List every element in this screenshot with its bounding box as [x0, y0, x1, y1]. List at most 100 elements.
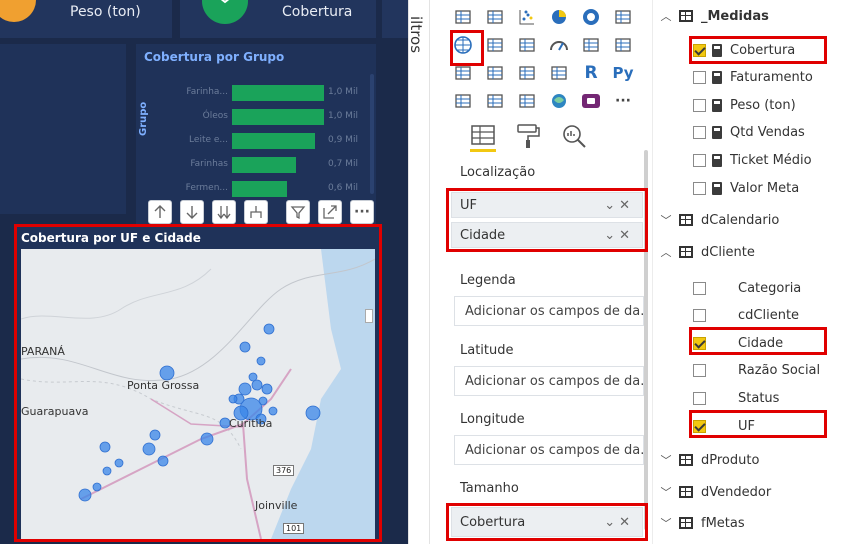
field-checkbox[interactable]	[693, 281, 706, 295]
map-bubble[interactable]	[261, 383, 273, 395]
bar[interactable]	[232, 157, 296, 173]
chevron-down-icon[interactable]: ﹀	[659, 452, 673, 468]
treemap-icon[interactable]	[610, 4, 636, 30]
format-tab[interactable]	[514, 122, 542, 150]
field-checkbox[interactable]	[693, 364, 706, 378]
field-item[interactable]: Peso (ton)	[693, 91, 796, 119]
field-pill-cidade[interactable]: Cidade ⌄✕	[451, 222, 643, 248]
table-medidas[interactable]: ︿ _Medidas	[659, 2, 769, 30]
donut-icon[interactable]	[578, 4, 604, 30]
map-bubble[interactable]	[268, 406, 278, 416]
more-options-button[interactable]: ···	[350, 200, 374, 224]
gauge-icon[interactable]	[546, 32, 572, 58]
decomposition-tree-icon[interactable]	[482, 88, 508, 114]
expand-hierarchy-button[interactable]	[244, 200, 268, 224]
chevron-up-icon[interactable]: ︿	[659, 244, 673, 260]
qa-icon[interactable]	[514, 88, 540, 114]
pill-actions[interactable]: ⌄✕	[604, 228, 634, 243]
shape-map-icon[interactable]	[514, 32, 540, 58]
fields-tab[interactable]	[468, 122, 498, 152]
map-collapse-handle[interactable]	[365, 309, 373, 323]
field-checkbox[interactable]	[693, 181, 706, 195]
more-visuals-icon[interactable]: ···	[610, 88, 636, 114]
localizacao-well[interactable]: UF ⌄✕ Cidade ⌄✕	[446, 188, 648, 252]
chevron-down-icon[interactable]: ﹀	[659, 484, 673, 500]
map-bubble[interactable]	[256, 356, 266, 366]
chevron-down-icon[interactable]: ﹀	[659, 515, 673, 531]
bar[interactable]	[232, 109, 324, 125]
map-bubble[interactable]	[239, 341, 251, 353]
filter-button[interactable]	[286, 200, 310, 224]
field-item[interactable]: Faturamento	[693, 64, 813, 92]
map-area[interactable]: PARANÁ Ponta Grossa Guarapuava Curitiba …	[21, 249, 375, 539]
bar-chart-scrollbar[interactable]	[370, 74, 374, 194]
map-bubble[interactable]	[114, 458, 124, 468]
bar[interactable]	[232, 85, 324, 101]
map-bubble[interactable]	[78, 488, 92, 502]
table-fmetas[interactable]: ﹀ fMetas	[659, 509, 745, 537]
chevron-up-icon[interactable]: ︿	[659, 8, 673, 24]
map-bubble[interactable]	[149, 429, 161, 441]
drill-up-button[interactable]	[148, 200, 172, 224]
filled-map-icon[interactable]	[482, 32, 508, 58]
multirow-card-icon[interactable]	[610, 32, 636, 58]
field-item[interactable]: Qtd Vendas	[693, 119, 805, 147]
field-item[interactable]: Razão Social	[693, 357, 820, 385]
longitude-well[interactable]: Adicionar os campos de da...	[454, 435, 644, 465]
next-level-button[interactable]	[212, 200, 236, 224]
table-icon[interactable]	[514, 60, 540, 86]
map-bubble[interactable]	[238, 382, 252, 396]
slicer-icon[interactable]	[482, 60, 508, 86]
stacked-bar-icon[interactable]	[450, 4, 476, 30]
clustered-bar-icon[interactable]	[482, 4, 508, 30]
bar[interactable]	[232, 181, 287, 197]
filters-collapsed-strip[interactable]: iltros	[407, 0, 430, 544]
r-visual-icon[interactable]: R	[578, 60, 604, 86]
chevron-down-icon[interactable]: ﹀	[659, 212, 673, 228]
field-checkbox[interactable]	[693, 71, 706, 85]
analytics-tab[interactable]	[560, 122, 588, 150]
map-bubble[interactable]	[157, 455, 169, 467]
map-bubble[interactable]	[99, 441, 111, 453]
field-pill-cobertura[interactable]: Cobertura ⌄✕	[451, 507, 643, 537]
pie-icon[interactable]	[546, 4, 572, 30]
map-bubbles-layer[interactable]	[21, 249, 375, 539]
field-pill-uf[interactable]: UF ⌄✕	[451, 192, 643, 218]
map-bubble[interactable]	[92, 482, 102, 492]
table-dcliente[interactable]: ︿ dCliente	[659, 238, 755, 266]
map-bubble[interactable]	[263, 323, 275, 335]
map-bubble[interactable]	[102, 466, 112, 476]
map-bubble[interactable]	[200, 432, 214, 446]
legenda-well[interactable]: Adicionar os campos de da...	[454, 296, 644, 326]
field-checkbox[interactable]	[693, 153, 706, 167]
drill-down-button[interactable]	[180, 200, 204, 224]
field-item[interactable]: cdCliente	[693, 302, 799, 330]
table-dproduto[interactable]: ﹀ dProduto	[659, 446, 760, 474]
card-icon[interactable]	[578, 32, 604, 58]
python-visual-icon[interactable]: Py	[610, 60, 636, 86]
field-item[interactable]: Valor Meta	[693, 174, 799, 202]
kpi-card-cobertura[interactable]: Cobertura	[180, 0, 376, 38]
bar[interactable]	[232, 133, 315, 149]
arcgis-icon[interactable]	[546, 88, 572, 114]
map-bubble[interactable]	[305, 405, 321, 421]
map-bubble[interactable]	[142, 442, 156, 456]
field-item[interactable]: Status	[693, 384, 779, 412]
latitude-well[interactable]: Adicionar os campos de da...	[454, 366, 644, 396]
matrix-icon[interactable]	[546, 60, 572, 86]
map-bubble[interactable]	[159, 365, 175, 381]
key-influencers-icon[interactable]	[450, 88, 476, 114]
pill-actions[interactable]: ⌄✕	[604, 198, 634, 213]
focus-mode-button[interactable]	[318, 200, 342, 224]
field-checkbox[interactable]	[693, 391, 706, 405]
power-apps-icon[interactable]	[578, 88, 604, 114]
field-checkbox[interactable]	[693, 309, 706, 323]
field-item[interactable]: Categoria	[693, 274, 801, 302]
pill-actions[interactable]: ⌄✕	[604, 515, 634, 530]
field-item[interactable]: Ticket Médio	[693, 146, 812, 174]
bar-chart-panel[interactable]: Cobertura por Grupo Grupo Farinha... 1,0 …	[136, 44, 376, 226]
map-bubble[interactable]	[251, 379, 263, 391]
field-checkbox[interactable]	[693, 126, 706, 140]
empty-visual-panel[interactable]	[0, 44, 126, 214]
scatter-icon[interactable]	[514, 4, 540, 30]
